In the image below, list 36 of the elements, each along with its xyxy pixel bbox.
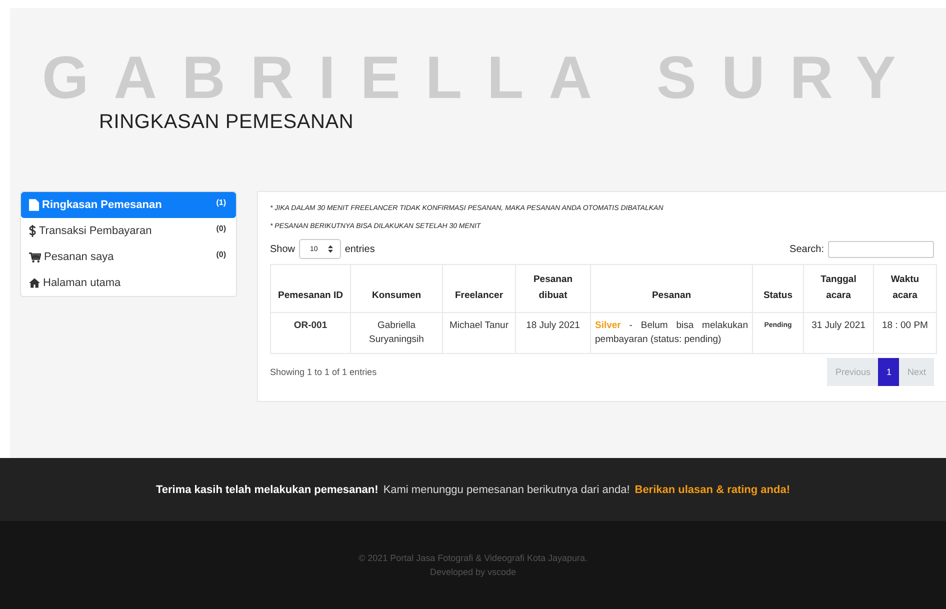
entries-label: entries bbox=[344, 244, 375, 254]
search-field[interactable] bbox=[828, 240, 934, 258]
column-header: Waktu acara bbox=[874, 264, 936, 312]
table-cell: Silver - Belum bisa melakukan pembayaran (status: pending) bbox=[590, 312, 752, 354]
table-cell: OR-001 bbox=[270, 312, 350, 354]
show-label: Show bbox=[270, 244, 296, 254]
table-info: Showing 1 to 1 of 1 entries bbox=[270, 367, 377, 377]
table-cell: Michael Tanur bbox=[442, 312, 516, 354]
column-header: Pesanan bbox=[590, 264, 752, 312]
dollar-icon bbox=[29, 225, 36, 237]
sidebar-item[interactable]: Ringkasan Pemesanan (1) bbox=[21, 192, 236, 218]
sidebar-item[interactable]: Pesanan saya (0) bbox=[21, 244, 236, 270]
developer-credit: Developed by vscode bbox=[430, 567, 516, 577]
sidebar-item[interactable]: Halaman utama bbox=[21, 270, 236, 296]
column-header: Status bbox=[752, 264, 804, 312]
pagination-button[interactable]: 1 bbox=[878, 358, 900, 386]
column-header: Pemesanan ID bbox=[270, 264, 350, 312]
home-icon bbox=[29, 278, 40, 288]
column-header: Konsumen bbox=[350, 264, 442, 312]
column-header: Tanggal acara bbox=[804, 264, 874, 312]
message-text: Kami menunggu pemesanan berikutnya dari anda! bbox=[383, 484, 630, 496]
document-icon bbox=[29, 199, 39, 211]
thanks-text: Terima kasih telah melakukan pemesanan! bbox=[156, 484, 378, 496]
page-title: RINGKASAN PEMESANAN bbox=[99, 110, 354, 134]
copyright-text: © 2021 Portal Jasa Fotografi & Videografi Kota Jayapura. bbox=[358, 553, 588, 563]
column-header: Pesanan dibuat bbox=[516, 264, 590, 312]
table-cell: 18 July 2021 bbox=[516, 312, 590, 354]
column-header: Freelancer bbox=[442, 264, 516, 312]
table-cell: Gabriella Suryaningsih bbox=[350, 312, 442, 354]
review-link[interactable]: Berikan ulasan & rating anda! bbox=[634, 484, 790, 496]
cart-icon bbox=[29, 252, 41, 262]
table-cell: 31 July 2021 bbox=[804, 312, 874, 354]
sidebar-item[interactable]: Transaksi Pembayaran (0) bbox=[21, 218, 236, 244]
sort-arrows-icon bbox=[328, 245, 333, 253]
search-label: Search: bbox=[790, 244, 824, 254]
table-cell: 18 : 00 PM bbox=[874, 312, 936, 354]
